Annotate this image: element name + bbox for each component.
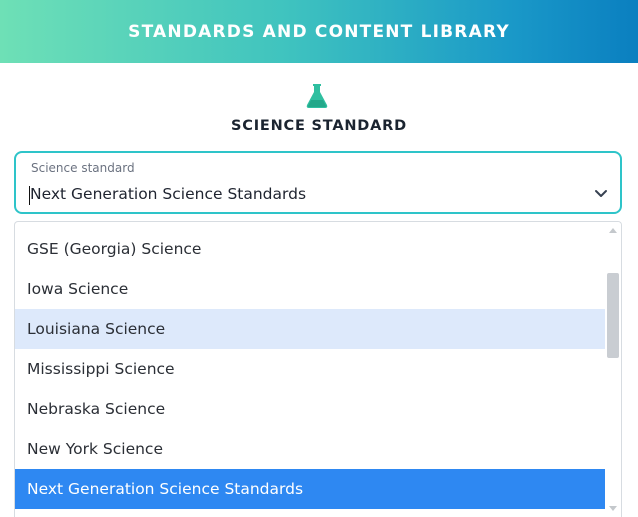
dropdown-list[interactable]: GSE (Georgia) Science Iowa Science Louis… [14,221,622,517]
option-new-york-science[interactable]: New York Science [15,429,605,469]
header-title: STANDARDS AND CONTENT LIBRARY [128,21,510,42]
app-header: STANDARDS AND CONTENT LIBRARY [0,0,638,63]
select-label: Science standard [31,161,135,175]
option-gse-georgia-science[interactable]: GSE (Georgia) Science [15,229,605,269]
option-iowa-science[interactable]: Iowa Science [15,269,605,309]
select-value[interactable]: Next Generation Science Standards [30,185,306,203]
option-next-generation-science-standards[interactable]: Next Generation Science Standards [15,469,605,509]
option-mississippi-science[interactable]: Mississippi Science [15,349,605,389]
dropdown-scrollbar[interactable] [605,222,621,517]
option-louisiana-science[interactable]: Louisiana Science [15,309,605,349]
science-standard-select[interactable]: Science standard Next Generation Science… [14,151,622,214]
flask-icon [306,84,328,108]
option-nebraska-science[interactable]: Nebraska Science [15,389,605,429]
chevron-down-icon[interactable] [594,189,608,199]
section-title: SCIENCE STANDARD [231,118,407,134]
scroll-up-arrow-icon[interactable] [609,228,617,233]
scroll-down-arrow-icon[interactable] [609,506,617,511]
scrollbar-thumb[interactable] [607,273,619,358]
